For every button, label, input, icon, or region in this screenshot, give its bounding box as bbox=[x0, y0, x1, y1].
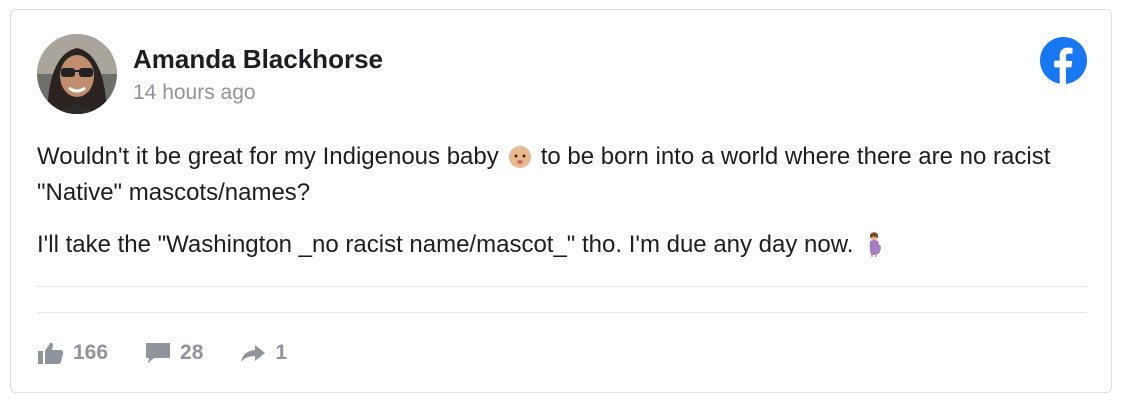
comment-count-button[interactable]: 28 bbox=[144, 341, 203, 365]
divider bbox=[37, 312, 1087, 313]
baby-emoji-icon bbox=[507, 143, 533, 169]
author-avatar[interactable] bbox=[37, 34, 117, 114]
thumbs-up-icon bbox=[38, 342, 64, 364]
facebook-logo-icon[interactable] bbox=[1040, 37, 1087, 84]
like-count: 166 bbox=[73, 341, 109, 364]
post-paragraph-1: Wouldn't it be great for my Indigenous b… bbox=[37, 139, 1087, 211]
post-text-2: I'll take the "Washington _no racist nam… bbox=[37, 231, 854, 258]
share-count-button[interactable]: 1 bbox=[239, 341, 287, 365]
like-count-button[interactable]: 166 bbox=[37, 341, 108, 365]
post-timestamp[interactable]: 14 hours ago bbox=[133, 81, 256, 105]
comment-count: 28 bbox=[180, 341, 204, 364]
divider bbox=[37, 286, 1087, 287]
post-text-before-emoji: Wouldn't it be great for my Indigenous b… bbox=[37, 143, 499, 170]
pregnant-woman-emoji-icon bbox=[861, 231, 887, 257]
post-paragraph-2: I'll take the "Washington _no racist nam… bbox=[37, 227, 1087, 263]
author-name[interactable]: Amanda Blackhorse bbox=[133, 44, 383, 75]
share-count: 1 bbox=[275, 341, 288, 364]
share-arrow-icon bbox=[241, 345, 266, 362]
post-card: Amanda Blackhorse 14 hours ago Wouldn't … bbox=[10, 9, 1112, 393]
speech-bubble-icon bbox=[146, 343, 171, 363]
engagement-bar: 166 28 1 bbox=[37, 338, 323, 368]
